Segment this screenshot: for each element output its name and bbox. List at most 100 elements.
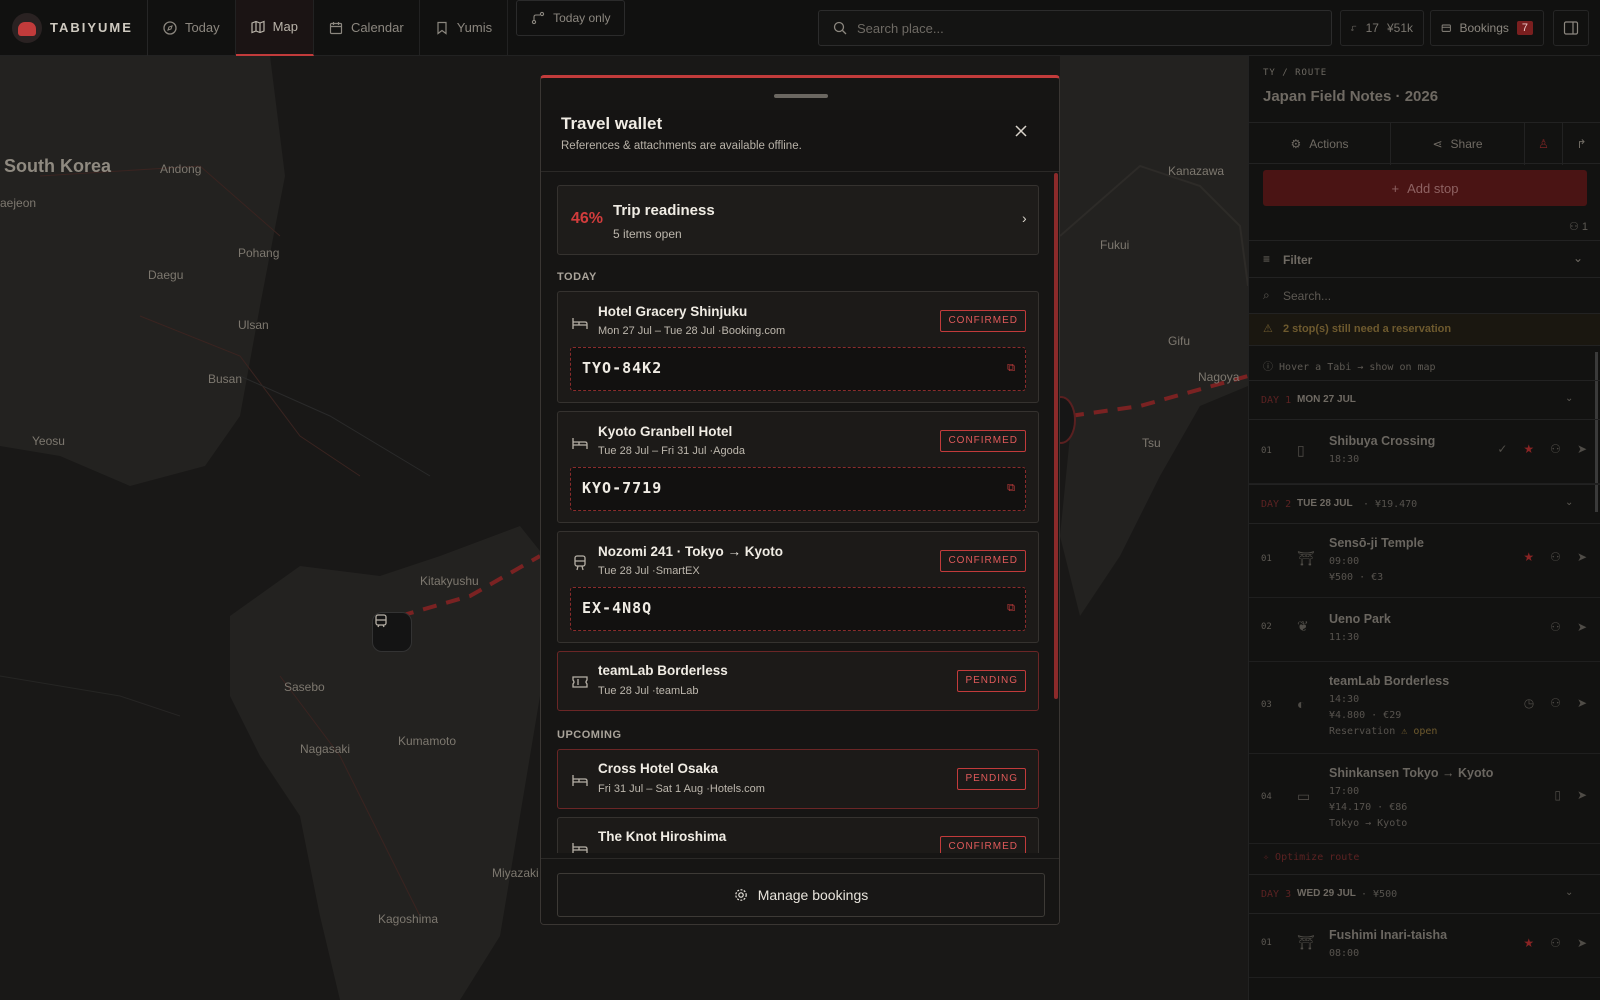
nav-today[interactable]: Today	[148, 0, 236, 56]
filter-icon: ≡	[1263, 252, 1271, 266]
share-label: Share	[1450, 137, 1483, 151]
day-header[interactable]: DAY 2 TUE 28 JUL · ¥19.470 ⌄	[1249, 484, 1600, 524]
booking-card[interactable]: The Knot Hiroshima CONFIRMED	[557, 817, 1039, 853]
copy-icon[interactable]: ⧉	[1007, 602, 1015, 615]
close-button[interactable]	[1011, 124, 1031, 144]
share-icon: ⋖	[1432, 137, 1443, 151]
logo-mark-icon	[12, 12, 42, 43]
breadcrumb: TY / ROUTE	[1263, 68, 1328, 78]
modal-title: Travel wallet	[561, 114, 663, 133]
map-label: Gifu	[1168, 334, 1191, 348]
day-date: WED 29 JUL	[1297, 888, 1356, 899]
today-only-toggle[interactable]: Today only	[516, 0, 626, 36]
status-badge: CONFIRMED	[940, 836, 1026, 853]
nav-calendar[interactable]: Calendar	[314, 0, 420, 56]
star-icon[interactable]: ★	[1523, 936, 1534, 950]
day-header[interactable]: DAY 3 WED 29 JUL · ¥500 ⌄	[1249, 874, 1600, 914]
share-button[interactable]: ⋖ Share	[1391, 123, 1525, 165]
copy-icon[interactable]: ⧉	[1007, 362, 1015, 375]
add-stop-button[interactable]: + Add stop	[1263, 170, 1587, 206]
nav-yumis[interactable]: Yumis	[420, 0, 509, 56]
place-search[interactable]: Search place...	[818, 10, 1332, 46]
bookings-button[interactable]: Bookings 7	[1430, 10, 1544, 46]
stop-row[interactable]: 02 ❦ Ueno Park 11:30 ⚇ ➤	[1249, 598, 1600, 662]
bed-icon	[572, 843, 588, 853]
check-icon[interactable]: ✓	[1497, 442, 1507, 456]
reservation-warning[interactable]: ⚠ 2 stop(s) still need a reservation	[1249, 314, 1600, 346]
route-button[interactable]: ↱	[1563, 123, 1600, 165]
booking-dates: Tue 28 Jul ·teamLab	[598, 685, 699, 697]
status-badge: CONFIRMED	[940, 550, 1026, 572]
navigate-icon[interactable]: ➤	[1577, 620, 1587, 634]
scrollbar-thumb[interactable]	[1054, 173, 1058, 699]
wallet-scroll-area[interactable]: 46% Trip readiness 5 items open › TODAY …	[541, 173, 1059, 853]
stop-row[interactable]: 01 ⛩ Sensō-ji Temple 09:00 ¥500 · €3 ★ ⚇ ➤	[1249, 524, 1600, 598]
stop-cost: ¥14.170 · €86	[1329, 802, 1408, 813]
modal-footer: Manage bookings	[541, 858, 1059, 924]
booking-card[interactable]: Nozomi 241 · Tokyo → Kyoto Tue 28 Jul ·S…	[557, 531, 1039, 643]
day-date: TUE 28 JUL	[1297, 498, 1353, 509]
drag-handle[interactable]	[774, 94, 828, 98]
route-stats-icon	[1351, 25, 1357, 31]
modal-subtitle: References & attachments are available o…	[561, 140, 802, 152]
reference-box[interactable]: EX-4N8Q ⧉	[570, 587, 1026, 631]
ticket-icon[interactable]: ▯	[1554, 788, 1561, 802]
booking-card[interactable]: Kyoto Granbell Hotel Tue 28 Jul – Fri 31…	[557, 411, 1039, 523]
reference-box[interactable]: TYO-84K2 ⧉	[570, 347, 1026, 391]
plus-icon: +	[1391, 180, 1400, 196]
trip-stats[interactable]: 17 ¥51k	[1340, 10, 1424, 46]
navigate-icon[interactable]: ➤	[1577, 936, 1587, 950]
stop-row[interactable]: 03 ◐ teamLab Borderless 14:30 ¥4.800 · €…	[1249, 662, 1600, 754]
stop-search-input[interactable]: ⌕ Search...	[1249, 278, 1600, 314]
people-icon[interactable]: ⚇	[1550, 620, 1561, 634]
stop-row[interactable]: 04 ▭ Shinkansen Tokyo → Kyoto 17:00 ¥14.…	[1249, 754, 1600, 844]
booking-card[interactable]: teamLab Borderless Tue 28 Jul ·teamLab P…	[557, 651, 1039, 711]
day-header[interactable]: DAY 1 MON 27 JUL ⌄	[1249, 380, 1600, 420]
star-icon[interactable]: ★	[1523, 442, 1534, 456]
top-bar: TABIYUME Today Map Calendar Yumis Today …	[0, 0, 1600, 56]
trip-readiness-card[interactable]: 46% Trip readiness 5 items open ›	[557, 185, 1039, 255]
sparkle-icon: ✧	[1263, 852, 1276, 863]
booking-card[interactable]: Cross Hotel Osaka Fri 31 Jul – Sat 1 Aug…	[557, 749, 1039, 809]
navigate-icon[interactable]: ➤	[1577, 550, 1587, 564]
star-icon[interactable]: ★	[1523, 550, 1534, 564]
reference-code: KYO-7719	[582, 479, 663, 497]
navigate-icon[interactable]: ➤	[1577, 788, 1587, 802]
stop-number: 01	[1261, 554, 1272, 564]
stop-row[interactable]: 01 ▯ Shibuya Crossing 18:30 ✓ ★ ⚇ ➤	[1249, 420, 1600, 484]
stop-name: teamLab Borderless	[1329, 674, 1450, 688]
filter-toggle[interactable]: ≡ Filter ⌄	[1249, 240, 1600, 278]
copy-icon[interactable]: ⧉	[1007, 482, 1015, 495]
today-only-label: Today only	[553, 10, 611, 25]
bookmark-icon	[437, 21, 447, 35]
stop-row[interactable]: 01 ⛩ Fushimi Inari-taisha 08:00 ★ ⚇ ➤	[1249, 914, 1600, 978]
people-icon[interactable]: ⚇	[1550, 442, 1561, 456]
people-icon[interactable]: ⚇	[1550, 550, 1561, 564]
map-label: Ulsan	[238, 318, 269, 332]
booking-card[interactable]: Hotel Gracery Shinjuku Mon 27 Jul – Tue …	[557, 291, 1039, 403]
booking-dates: Tue 28 Jul – Fri 31 Jul ·Agoda	[598, 445, 745, 457]
calendar-icon	[329, 21, 343, 34]
map-label: Nagoya	[1198, 370, 1240, 384]
actions-label: Actions	[1309, 137, 1349, 151]
stop-actions: ◷ ⚇ ➤	[1524, 696, 1587, 710]
panel-icon	[1563, 21, 1579, 35]
map-label: Kumamoto	[398, 734, 457, 748]
reference-box[interactable]: KYO-7719 ⧉	[570, 467, 1026, 511]
people-icon[interactable]: ⚇	[1550, 936, 1561, 950]
navigate-icon[interactable]: ➤	[1577, 442, 1587, 456]
people-icon[interactable]: ⚇	[1550, 696, 1561, 710]
clock-icon[interactable]: ◷	[1524, 696, 1534, 710]
map-marker-train[interactable]	[372, 612, 412, 652]
stop-route: Tokyo → Kyoto	[1329, 818, 1408, 829]
optimize-route-link[interactable]: ✧ Optimize route	[1263, 852, 1359, 863]
manage-bookings-button[interactable]: Manage bookings	[557, 873, 1045, 917]
torii-icon: ⛩	[1297, 934, 1315, 950]
person-button[interactable]: ♙	[1525, 123, 1563, 165]
toggle-panel-button[interactable]	[1553, 10, 1589, 46]
actions-button[interactable]: ⚙ Actions	[1249, 123, 1391, 165]
nav-map[interactable]: Map	[235, 0, 314, 56]
logo[interactable]: TABIYUME	[0, 0, 148, 56]
navigate-icon[interactable]: ➤	[1577, 696, 1587, 710]
map-label: Kanazawa	[1168, 164, 1225, 178]
